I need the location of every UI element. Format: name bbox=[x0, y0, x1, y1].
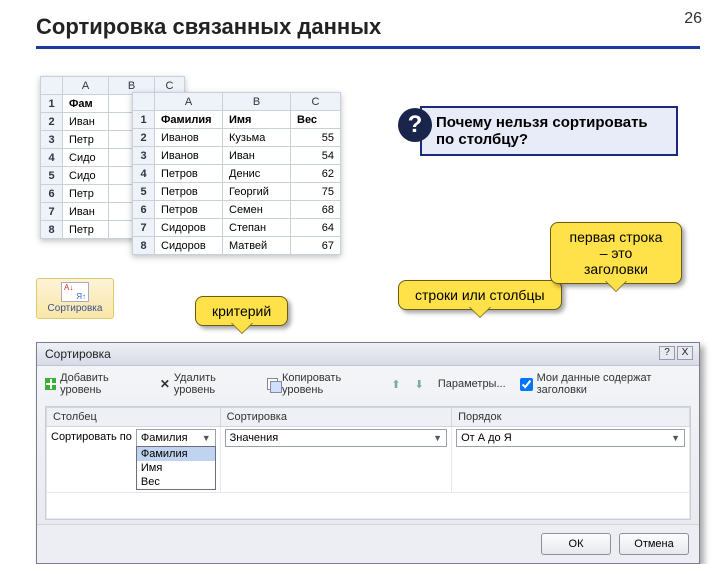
copy-icon bbox=[267, 378, 278, 390]
chevron-down-icon: ▼ bbox=[671, 433, 680, 443]
copy-level-button[interactable]: Копировать уровень bbox=[267, 372, 378, 396]
col-header-order: Порядок bbox=[452, 408, 690, 427]
dropdown-option[interactable]: Вес bbox=[137, 475, 215, 489]
move-down-button[interactable]: ⬇ bbox=[415, 378, 424, 391]
delete-level-button[interactable]: ✕ Удалить уровень bbox=[160, 372, 253, 396]
ribbon-sort-button[interactable]: Сортировка bbox=[36, 278, 114, 319]
arrow-down-icon: ⬇ bbox=[415, 378, 424, 391]
sort-levels-grid: Столбец Сортировка Порядок Сортировать п… bbox=[45, 406, 691, 520]
sort-on-combo[interactable]: Значения ▼ bbox=[225, 429, 447, 447]
sort-field-dropdown[interactable]: Фамилия Имя Вес bbox=[136, 446, 216, 490]
callout-first-row: первая строка – это заголовки bbox=[550, 222, 682, 284]
sort-field-combo[interactable]: Фамилия ▼ bbox=[136, 429, 216, 447]
title-underline bbox=[36, 46, 700, 49]
callout-criterion: критерий bbox=[195, 296, 288, 326]
dialog-help-button[interactable]: ? bbox=[659, 346, 675, 360]
sort-dialog: Сортировка ? X Добавить уровень ✕ Удалит… bbox=[36, 342, 700, 564]
arrow-up-icon: ⬆ bbox=[391, 378, 400, 391]
dialog-close-button[interactable]: X bbox=[677, 346, 693, 360]
dropdown-option[interactable]: Фамилия bbox=[137, 447, 215, 461]
delete-icon: ✕ bbox=[160, 379, 170, 389]
add-level-button[interactable]: Добавить уровень bbox=[45, 372, 146, 396]
sort-order-combo[interactable]: От А до Я ▼ bbox=[456, 429, 685, 447]
dialog-buttons: ОК Отмена bbox=[37, 524, 699, 563]
ok-button[interactable]: ОК bbox=[541, 533, 611, 555]
question-mark-icon: ? bbox=[398, 108, 432, 142]
col-header-column: Столбец bbox=[47, 408, 221, 427]
col-header-sort-on: Сортировка bbox=[220, 408, 451, 427]
chevron-down-icon: ▼ bbox=[433, 433, 442, 443]
dialog-toolbar: Добавить уровень ✕ Удалить уровень Копир… bbox=[37, 366, 699, 402]
sort-icon bbox=[61, 282, 89, 302]
question-box: Почему нельзя сортировать по столбцу? bbox=[420, 106, 678, 156]
slide-title: Сортировка связанных данных bbox=[0, 0, 720, 46]
headers-checkbox-input[interactable] bbox=[520, 378, 533, 391]
plus-icon bbox=[45, 378, 56, 390]
ribbon-sort-label: Сортировка bbox=[48, 303, 103, 314]
callout-rows-cols: строки или столбцы bbox=[398, 280, 562, 310]
slide-number: 26 bbox=[684, 10, 702, 28]
sort-by-label: Сортировать по bbox=[51, 429, 132, 443]
dropdown-option[interactable]: Имя bbox=[137, 461, 215, 475]
cancel-button[interactable]: Отмена bbox=[619, 533, 689, 555]
worksheet-front: A B C 1 Фамилия Имя Вес 2ИвановКузьма55 … bbox=[132, 92, 341, 255]
move-up-button[interactable]: ⬆ bbox=[391, 378, 400, 391]
dialog-titlebar: Сортировка ? X bbox=[37, 343, 699, 366]
headers-checkbox[interactable]: Мои данные содержат заголовки bbox=[520, 372, 691, 396]
chevron-down-icon: ▼ bbox=[202, 433, 211, 443]
params-button[interactable]: Параметры... bbox=[438, 378, 506, 390]
dialog-title-text: Сортировка bbox=[45, 347, 111, 361]
